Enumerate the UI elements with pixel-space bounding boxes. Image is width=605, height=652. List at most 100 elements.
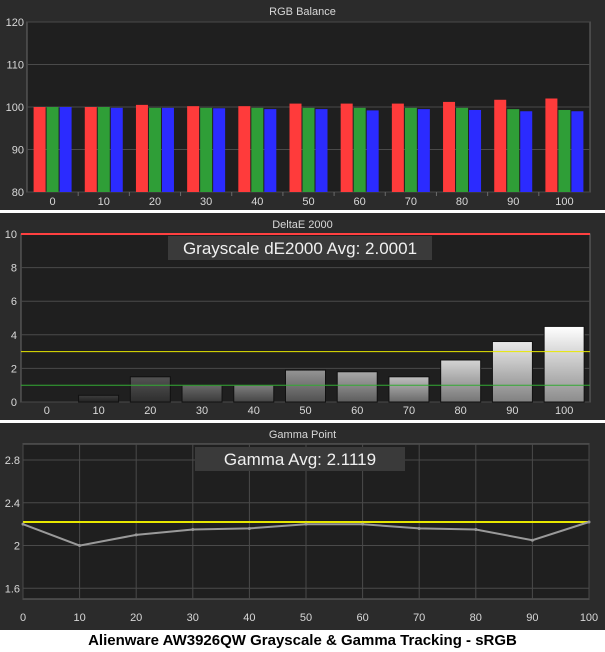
x-tick-label: 0 [20,612,26,624]
gamma-point [78,544,82,548]
x-tick-label: 100 [555,196,573,208]
gamma-point-chart: Gamma Point 1.6 2 2.4 2.8 0 10 20 30 40 50 60 70 80 90… [0,423,605,630]
bar-blue [469,109,482,192]
x-tick-label: 20 [149,196,161,208]
chart-title: Gamma Point [269,429,336,441]
bar-blue [315,109,328,192]
bar-green [200,107,213,192]
bar-red [84,107,97,192]
bar-green [46,107,59,192]
gamma-point [247,526,251,530]
chart-title: DeltaE 2000 [272,219,333,231]
y-tick-label: 2.4 [5,498,20,510]
x-tick-label: 50 [300,612,312,624]
deltae-bar [388,376,430,403]
y-tick-label: 1.6 [5,583,20,595]
bar-blue [571,111,584,192]
x-tick-label: 70 [403,405,415,417]
bar-blue [110,107,123,192]
deltae-bar [440,359,482,403]
x-tick-label: 50 [302,196,314,208]
x-tick-label: 80 [455,405,467,417]
bar-red [33,107,46,192]
y-tick-label: 2.8 [5,455,20,467]
deltae-bar [285,369,326,403]
y-tick-label: 90 [12,145,24,157]
deltae-bar [543,325,585,403]
x-tick-label: 100 [555,405,573,417]
bar-blue [264,109,277,192]
y-tick-label: 110 [6,60,24,72]
x-tick-label: 100 [580,612,598,624]
gamma-point [304,522,308,526]
annotation-text: Gamma Avg: 2.1119 [224,450,376,469]
bar-blue [213,108,226,192]
x-tick-label: 10 [73,612,85,624]
bar-red [289,103,302,192]
y-tick-label: 8 [11,263,17,275]
x-tick-label: 30 [196,405,208,417]
gamma-point [191,528,195,532]
x-tick-label: 10 [92,405,104,417]
x-tick-label: 0 [44,405,50,417]
gamma-point [417,526,421,530]
bar-red [135,104,148,192]
bar-green [302,107,315,192]
x-tick-label: 40 [248,405,260,417]
bar-green [558,109,571,192]
gamma-point [530,538,534,542]
gamma-point [474,528,478,532]
y-tick-label: 2 [11,363,17,375]
bar-blue [520,111,533,192]
y-tick-label: 100 [6,102,24,114]
x-tick-label: 30 [187,612,199,624]
gamma-point [21,522,25,526]
bar-blue [59,107,72,192]
x-tick-label: 20 [144,405,156,417]
bar-red [340,103,353,192]
x-tick-label: 90 [526,612,538,624]
bar-green [353,107,366,192]
y-tick-label: 6 [11,296,17,308]
bar-red [391,103,404,192]
deltae-bar [233,384,275,403]
gamma-point [134,533,138,537]
bar-red [545,98,558,192]
x-tick-label: 60 [351,405,363,417]
y-tick-label: 80 [12,187,24,199]
report-caption: Alienware AW3926QW Grayscale & Gamma Tra… [88,632,517,649]
bar-green [507,109,520,192]
y-tick-label: 0 [11,397,17,409]
x-tick-label: 40 [243,612,255,624]
bar-green [456,107,469,192]
bar-red [238,106,251,192]
bar-red [494,99,507,192]
x-tick-label: 80 [470,612,482,624]
x-tick-label: 60 [354,196,366,208]
bar-green [97,107,110,192]
deltae-bar [78,394,120,403]
y-tick-label: 120 [6,17,24,29]
bar-green [148,107,161,192]
x-tick-label: 10 [98,196,110,208]
bar-blue [417,109,430,192]
y-tick-label: 2 [14,541,20,553]
chart-title: RGB Balance [269,6,336,18]
x-tick-label: 70 [405,196,417,208]
x-tick-label: 50 [299,405,311,417]
bar-red [443,101,456,192]
deltae-bar [336,371,378,403]
deltae-bar [491,341,533,403]
x-tick-label: 80 [456,196,468,208]
x-tick-label: 30 [200,196,212,208]
y-tick-label: 4 [11,330,17,342]
annotation-text: Grayscale dE2000 Avg: 2.0001 [183,239,417,258]
x-tick-label: 0 [50,196,56,208]
deltae-bar [181,384,223,403]
x-tick-label: 40 [251,196,263,208]
y-tick-label: 10 [5,229,17,241]
rgb-balance-chart: RGB Balance 80 90 100 110 120 0 10 20 30 40 50 60 70 8… [0,0,605,210]
x-tick-label: 70 [413,612,425,624]
calibration-report: RGB Balance 80 90 100 110 120 0 10 20 30 40 50 60 70 8… [0,0,605,652]
gamma-point [361,522,365,526]
